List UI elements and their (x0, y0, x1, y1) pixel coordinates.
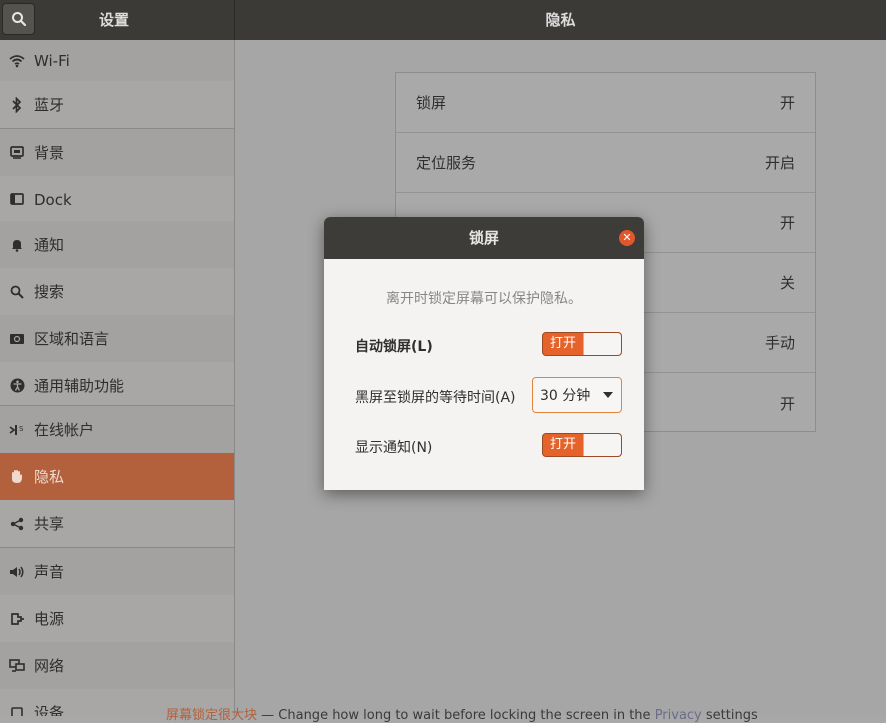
search-button[interactable] (2, 3, 35, 35)
dialog-title: 锁屏 (324, 217, 644, 259)
search-icon (0, 285, 34, 299)
bluetooth-icon (0, 96, 34, 113)
power-icon (0, 612, 34, 626)
sidebar-item-label: 在线帐户 (34, 421, 95, 439)
dialog-description: 离开时锁定屏幕可以保护隐私。 (386, 291, 582, 307)
switch-knob (583, 333, 621, 355)
online-accounts-icon: S (0, 423, 34, 437)
page-title: 隐私 (545, 11, 576, 29)
sidebar-item-notifications[interactable]: 通知 (0, 221, 234, 268)
privacy-row-location[interactable]: 定位服务 开启 (396, 133, 815, 193)
bell-icon (0, 238, 34, 252)
sidebar-item-label: 背景 (34, 144, 65, 162)
sidebar-item-region[interactable]: 区域和语言 (0, 315, 234, 362)
sidebar-item-label: 搜索 (34, 283, 65, 301)
sidebar-item-label: Wi-Fi (34, 51, 70, 70)
sidebar-item-label: 设备 (34, 704, 65, 716)
sidebar-item-label: 通用辅助功能 (34, 377, 125, 395)
row-value: 开启 (764, 154, 795, 172)
row-label: 定位服务 (416, 154, 477, 172)
show-notifications-switch[interactable]: 打开 (542, 433, 622, 457)
sidebar-item-sharing[interactable]: 共享 (0, 500, 234, 547)
share-icon (0, 517, 34, 531)
svg-text:S: S (19, 425, 24, 433)
row-value: 开 (779, 94, 795, 112)
region-icon (0, 333, 34, 345)
sidebar-item-label: 隐私 (34, 468, 65, 486)
sidebar-item-search[interactable]: 搜索 (0, 268, 234, 315)
sidebar-item-network[interactable]: 网络 (0, 642, 234, 689)
close-button[interactable]: ✕ (619, 230, 635, 246)
background-icon (0, 146, 34, 159)
dock-icon (0, 193, 34, 206)
sidebar-item-label: 蓝牙 (34, 96, 65, 114)
row-value: 手动 (764, 334, 795, 352)
auto-lock-label: 自动锁屏(L) (355, 339, 433, 355)
row-label: 锁屏 (416, 94, 447, 112)
sidebar: Wi-Fi 蓝牙 背景 Dock 通知 搜索 区域和语言 通用辅助功能 S 在线… (0, 40, 234, 716)
switch-state: 打开 (549, 437, 576, 452)
wifi-icon (0, 54, 34, 68)
sidebar-item-label: Dock (34, 190, 72, 209)
hand-icon (0, 469, 34, 485)
row-value: 开 (779, 394, 795, 413)
auto-lock-switch[interactable]: 打开 (542, 332, 622, 356)
sidebar-item-label: 共享 (34, 515, 65, 533)
sidebar-item-dock[interactable]: Dock (0, 176, 234, 223)
bottom-hint: 屏幕锁定很大块 — Change how long to wait before… (166, 704, 758, 723)
row-value: 关 (779, 274, 795, 292)
sidebar-item-bluetooth[interactable]: 蓝牙 (0, 81, 234, 128)
sidebar-item-power[interactable]: 电源 (0, 595, 234, 642)
switch-state: 打开 (549, 336, 576, 351)
sidebar-item-label: 电源 (34, 610, 65, 628)
sidebar-item-label: 通知 (34, 236, 65, 254)
privacy-row-screen-lock[interactable]: 锁屏 开 (396, 73, 815, 133)
select-value: 30 分钟 (540, 388, 591, 404)
close-icon: ✕ (622, 231, 632, 244)
sidebar-item-background[interactable]: 背景 (0, 129, 234, 176)
sidebar-item-label: 区域和语言 (34, 330, 110, 348)
show-notifications-label: 显示通知(N) (355, 440, 433, 456)
sidebar-item-label: 声音 (34, 563, 65, 581)
network-icon (0, 658, 34, 673)
header-bar: 设置 隐私 (0, 0, 886, 40)
screen-lock-dialog: 锁屏 ✕ 离开时锁定屏幕可以保护隐私。 自动锁屏(L) 打开 黑屏至锁屏的等待时… (324, 217, 644, 490)
speaker-icon (0, 565, 34, 579)
sidebar-item-wifi[interactable]: Wi-Fi (0, 40, 234, 84)
switch-knob (583, 434, 621, 456)
sidebar-item-online-accounts[interactable]: S 在线帐户 (0, 406, 234, 453)
search-icon (11, 12, 26, 27)
sidebar-item-sound[interactable]: 声音 (0, 548, 234, 595)
accessibility-icon (0, 378, 34, 393)
sidebar-item-accessibility[interactable]: 通用辅助功能 (0, 362, 234, 409)
sidebar-item-privacy[interactable]: 隐私 (0, 453, 234, 500)
sidebar-item-label: 网络 (34, 657, 65, 675)
dropdown-arrow-icon (603, 392, 613, 398)
devices-icon (0, 706, 34, 716)
lock-delay-label: 黑屏至锁屏的等待时间(A) (355, 390, 516, 406)
lock-delay-select[interactable]: 30 分钟 (532, 377, 622, 413)
row-value: 开 (779, 214, 795, 232)
